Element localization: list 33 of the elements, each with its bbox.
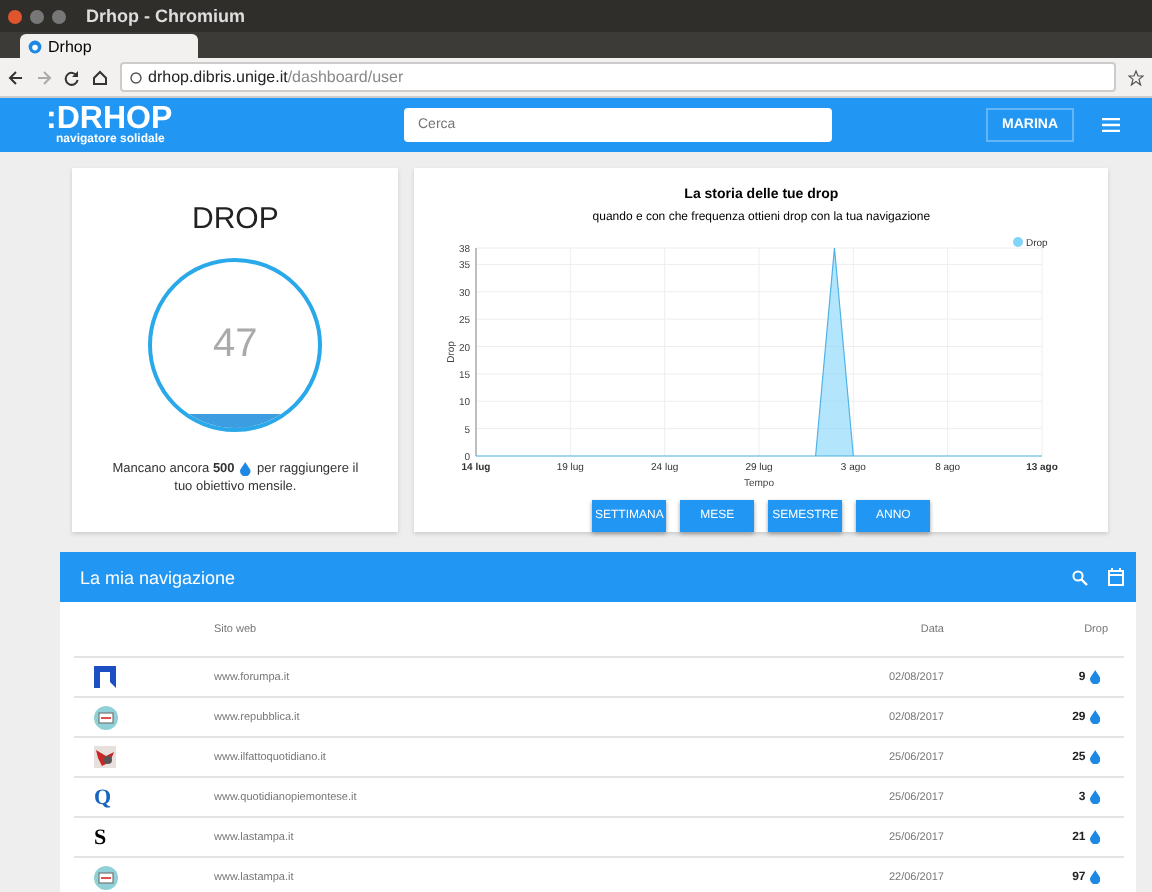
- drop-icon: [1089, 710, 1100, 724]
- drop-icon: [1089, 830, 1100, 844]
- drop-count: 47: [213, 322, 258, 368]
- window-minimize-button[interactable]: [30, 9, 44, 23]
- window-title: Drhop - Chromium: [86, 6, 245, 26]
- bracket-icon: [94, 666, 116, 688]
- logo: :DRHOP: [46, 105, 175, 133]
- search-icon[interactable]: [1072, 569, 1088, 585]
- letter-logo: S: [94, 825, 109, 849]
- site-icon: [28, 39, 42, 53]
- forward-icon[interactable]: [36, 69, 52, 85]
- star-icon[interactable]: [1128, 69, 1144, 85]
- drop-icon: [1089, 790, 1100, 804]
- browser-window-icon: [94, 705, 118, 729]
- browser-tab[interactable]: Drhop: [20, 34, 198, 58]
- home-icon[interactable]: [92, 69, 108, 85]
- reload-icon[interactable]: [64, 69, 80, 85]
- menu-icon[interactable]: [1102, 118, 1120, 132]
- tab-title: Drhop: [48, 37, 92, 55]
- drop-icon: [1089, 670, 1100, 684]
- drop-icon: [1089, 750, 1100, 764]
- section-title: La mia navigazione: [80, 567, 238, 587]
- card-title: DROP: [192, 202, 279, 236]
- letter-logo: Q: [94, 785, 114, 809]
- drop-icon: [1089, 870, 1100, 884]
- calendar-icon[interactable]: [1108, 568, 1124, 586]
- back-icon[interactable]: [8, 69, 24, 85]
- window-maximize-button[interactable]: [52, 9, 66, 23]
- info-icon: [130, 71, 142, 83]
- legend-dot: [1012, 237, 1023, 247]
- address-bar[interactable]: drhop.dibris.unige.it/dashboard/user: [120, 62, 1116, 92]
- drop-icon: [240, 462, 252, 476]
- window-close-button[interactable]: [8, 9, 22, 23]
